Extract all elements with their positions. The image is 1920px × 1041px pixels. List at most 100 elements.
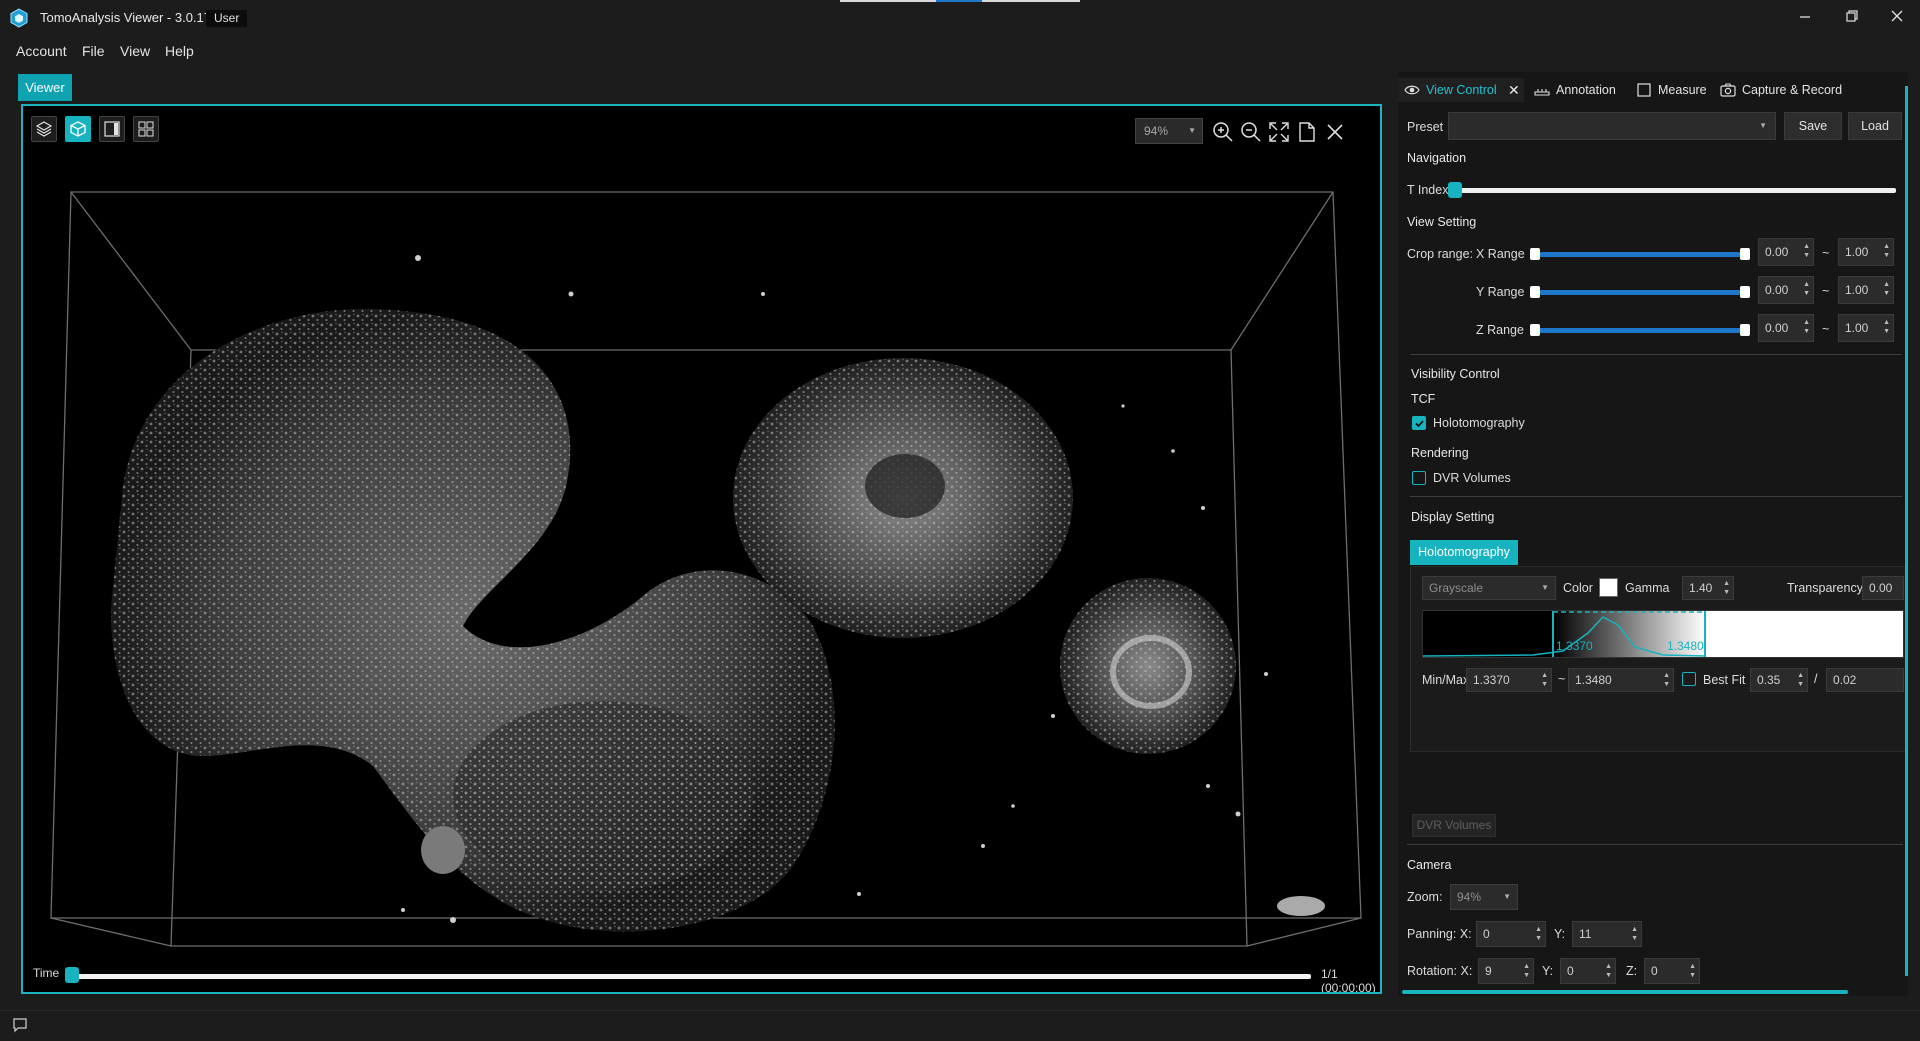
gamma-label: Gamma	[1625, 581, 1670, 595]
x-range-min-value: 0.00	[1765, 245, 1789, 259]
menu-account[interactable]: Account	[16, 43, 67, 59]
dvr-volumes-checkbox-label[interactable]: DVR Volumes	[1433, 471, 1511, 485]
spinner-icon[interactable]: ▲ ▼	[1803, 318, 1810, 336]
best-fit-secondary-input[interactable]: 0.02	[1826, 668, 1904, 692]
cube-3d-icon[interactable]	[65, 116, 91, 142]
histogram-transfer-function[interactable]: 1.3370 1.3480	[1422, 610, 1904, 658]
panning-x-input[interactable]: 0 ▲ ▼	[1476, 921, 1546, 947]
tab-annotation[interactable]: Annotation	[1534, 78, 1626, 102]
restore-icon[interactable]	[1837, 6, 1867, 28]
transparency-input[interactable]: 0.00	[1862, 576, 1904, 600]
camera-zoom-select[interactable]: 94% ▼	[1450, 884, 1518, 910]
spinner-icon[interactable]: ▲ ▼	[1535, 925, 1542, 943]
3d-viewport[interactable]: 94% ▼ Time 1/1 (00:00:00)	[21, 104, 1382, 994]
fit-to-screen-icon[interactable]	[1265, 118, 1291, 144]
zoom-in-icon[interactable]	[1209, 118, 1235, 144]
grid-layout-icon[interactable]	[133, 116, 159, 142]
rotation-y-input[interactable]: 0 ▲ ▼	[1560, 958, 1616, 984]
load-button[interactable]: Load	[1848, 112, 1902, 140]
spinner-icon[interactable]: ▲ ▼	[1723, 579, 1730, 597]
rotation-x-label: Rotation: X:	[1407, 964, 1473, 978]
vertical-scrollbar[interactable]	[1905, 86, 1908, 976]
y-range-min-handle[interactable]	[1530, 286, 1540, 298]
min-value-input[interactable]: 1.3370 ▲ ▼	[1466, 668, 1552, 692]
divider	[1410, 496, 1902, 497]
tab-dvr-volumes[interactable]: DVR Volumes	[1412, 814, 1496, 837]
spinner-icon[interactable]: ▲ ▼	[1605, 962, 1612, 980]
x-range-min-input[interactable]: 0.00 ▲ ▼	[1758, 238, 1814, 266]
tab-view-control[interactable]: View Control ✕	[1398, 78, 1524, 102]
slash-separator: /	[1814, 672, 1818, 686]
z-range-min-handle[interactable]	[1530, 324, 1540, 336]
spinner-icon[interactable]: ▲ ▼	[1797, 671, 1804, 689]
zoom-select[interactable]: 94% ▼	[1135, 118, 1203, 144]
y-range-slider-track[interactable]	[1534, 290, 1746, 295]
slice-layout-icon[interactable]	[99, 116, 125, 142]
x-range-max-handle[interactable]	[1740, 248, 1750, 260]
minmax-label: Min/Max	[1422, 673, 1470, 687]
preset-select[interactable]: ▼	[1448, 112, 1776, 140]
y-range-max-input[interactable]: 1.00 ▲ ▼	[1838, 276, 1894, 304]
holotomography-checkbox[interactable]	[1412, 416, 1426, 430]
minimize-icon[interactable]	[1790, 6, 1820, 28]
spinner-icon[interactable]: ▲ ▼	[1541, 671, 1548, 689]
z-range-max-input[interactable]: 1.00 ▲ ▼	[1838, 314, 1894, 342]
rotation-z-input[interactable]: 0 ▲ ▼	[1644, 958, 1700, 984]
chat-icon[interactable]	[12, 1017, 28, 1036]
y-range-max-value: 1.00	[1845, 283, 1869, 297]
best-fit-checkbox[interactable]	[1682, 672, 1696, 686]
t-index-slider-track[interactable]	[1454, 188, 1896, 193]
z-range-max-handle[interactable]	[1740, 324, 1750, 336]
tab-view-control-label: View Control	[1426, 83, 1497, 97]
chevron-down-icon: ▼	[1188, 126, 1196, 135]
colormap-select[interactable]: Grayscale ▼	[1422, 576, 1556, 600]
y-range-min-input[interactable]: 0.00 ▲ ▼	[1758, 276, 1814, 304]
view-setting-heading: View Setting	[1407, 215, 1477, 229]
spinner-icon[interactable]: ▲ ▼	[1883, 280, 1890, 298]
spinner-icon[interactable]: ▲ ▼	[1803, 242, 1810, 260]
document-icon[interactable]	[1293, 118, 1319, 144]
menu-file[interactable]: File	[82, 43, 105, 59]
x-range-max-input[interactable]: 1.00 ▲ ▼	[1838, 238, 1894, 266]
y-range-max-handle[interactable]	[1740, 286, 1750, 298]
panning-y-input[interactable]: 11 ▲ ▼	[1572, 921, 1642, 947]
menu-help[interactable]: Help	[165, 43, 194, 59]
tab-capture-record[interactable]: Capture & Record	[1720, 78, 1850, 102]
time-slider-handle[interactable]	[65, 967, 79, 983]
holotomography-checkbox-label[interactable]: Holotomography	[1433, 416, 1525, 430]
tab-viewer[interactable]: Viewer	[18, 74, 72, 101]
spinner-icon[interactable]: ▲ ▼	[1883, 242, 1890, 260]
save-button[interactable]: Save	[1784, 112, 1842, 140]
zoom-out-icon[interactable]	[1237, 118, 1263, 144]
time-slider-track[interactable]	[71, 974, 1311, 979]
spinner-icon[interactable]: ▲ ▼	[1523, 962, 1530, 980]
spinner-icon[interactable]: ▲ ▼	[1803, 280, 1810, 298]
spinner-icon[interactable]: ▲ ▼	[1883, 318, 1890, 336]
best-fit-label[interactable]: Best Fit	[1703, 673, 1745, 687]
horizontal-scrollbar[interactable]	[1402, 990, 1848, 994]
close-icon[interactable]: ✕	[1508, 78, 1520, 102]
color-swatch[interactable]	[1599, 578, 1618, 597]
user-badge[interactable]: User	[206, 10, 248, 27]
spinner-icon[interactable]: ▲ ▼	[1689, 962, 1696, 980]
x-range-min-handle[interactable]	[1530, 248, 1540, 260]
z-range-min-input[interactable]: 0.00 ▲ ▼	[1758, 314, 1814, 342]
x-range-slider-track[interactable]	[1534, 252, 1746, 257]
t-index-slider-handle[interactable]	[1448, 182, 1462, 198]
z-range-slider-track[interactable]	[1534, 328, 1746, 333]
menu-view[interactable]: View	[120, 43, 150, 59]
close-icon[interactable]	[1882, 6, 1912, 28]
spinner-icon[interactable]: ▲ ▼	[1663, 671, 1670, 689]
layers-icon[interactable]	[31, 116, 57, 142]
rotation-x-input[interactable]: 9 ▲ ▼	[1478, 958, 1534, 984]
right-panel: View Control ✕ Annotation Measure Captur…	[1398, 72, 1908, 996]
tab-holotomography[interactable]: Holotomography	[1410, 540, 1518, 565]
measure-icon	[1636, 78, 1652, 110]
close-icon[interactable]	[1321, 118, 1347, 144]
max-value-input[interactable]: 1.3480 ▲ ▼	[1568, 668, 1674, 692]
gamma-input[interactable]: 1.40 ▲ ▼	[1682, 576, 1734, 600]
best-fit-input[interactable]: 0.35 ▲ ▼	[1750, 668, 1808, 692]
spinner-icon[interactable]: ▲ ▼	[1631, 925, 1638, 943]
tab-measure[interactable]: Measure	[1636, 78, 1708, 102]
dvr-volumes-checkbox[interactable]	[1412, 471, 1426, 485]
